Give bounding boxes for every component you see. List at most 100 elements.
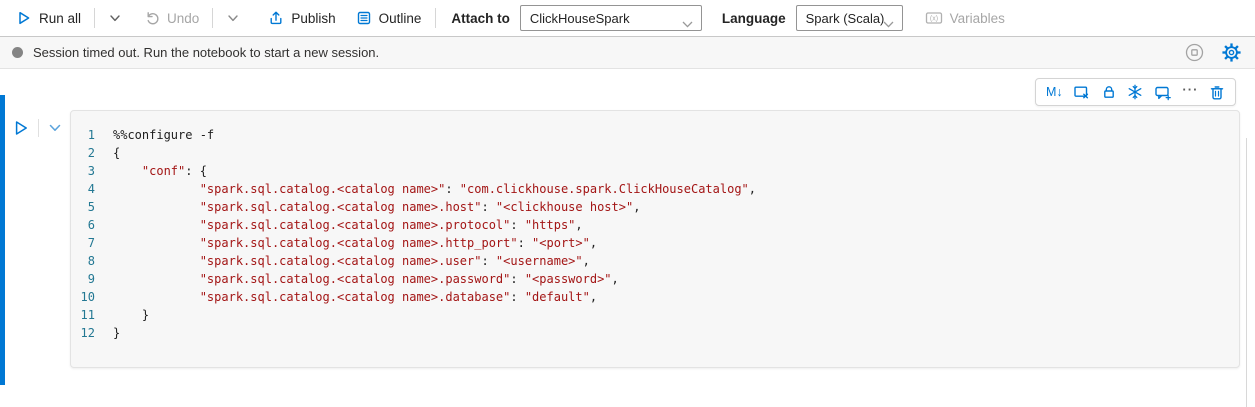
- outline-label: Outline: [379, 11, 422, 26]
- code-text: "conf": {: [113, 162, 207, 180]
- code-line: 4 "spark.sql.catalog.<catalog name>": "c…: [71, 180, 1239, 198]
- toolbar-divider: [94, 8, 95, 28]
- line-number: 3: [71, 162, 113, 180]
- undo-label: Undo: [167, 11, 199, 26]
- line-number: 2: [71, 144, 113, 162]
- cell-toolbar: M↓ ···: [1035, 78, 1236, 106]
- comment-add-icon: [1154, 84, 1172, 101]
- markdown-icon: M↓: [1046, 85, 1063, 99]
- code-text: }: [113, 306, 149, 324]
- stop-circle-icon: [1185, 43, 1204, 62]
- chevron-down-icon: [883, 16, 894, 31]
- divider: [38, 119, 39, 137]
- code-text: }: [113, 324, 120, 342]
- language-value: Spark (Scala): [806, 11, 885, 26]
- clear-cell-icon: [1073, 84, 1090, 101]
- publish-icon: [268, 10, 284, 26]
- variables-label: Variables: [950, 11, 1005, 26]
- code-text: "spark.sql.catalog.<catalog name>.protoc…: [113, 216, 583, 234]
- line-number: 1: [71, 126, 113, 144]
- cell-collapse-chevron[interactable]: [45, 118, 65, 138]
- stop-session-button[interactable]: [1183, 41, 1206, 64]
- session-status-message: Session timed out. Run the notebook to s…: [33, 45, 379, 60]
- line-number: 11: [71, 306, 113, 324]
- toolbar-divider: [435, 8, 436, 28]
- code-line: 3 "conf": {: [71, 162, 1239, 180]
- variables-icon: (x): [925, 10, 943, 26]
- cell-selection-indicator: [0, 95, 5, 385]
- run-all-label: Run all: [39, 11, 81, 26]
- code-line: 12}: [71, 324, 1239, 342]
- code-line: 7 "spark.sql.catalog.<catalog name>.http…: [71, 234, 1239, 252]
- publish-label: Publish: [291, 11, 335, 26]
- outline-button[interactable]: Outline: [350, 6, 428, 30]
- code-line: 2{: [71, 144, 1239, 162]
- code-cell[interactable]: 1%%configure -f2{3 "conf": {4 "spark.sql…: [70, 110, 1240, 368]
- code-line: 1%%configure -f: [71, 126, 1239, 144]
- code-text: "spark.sql.catalog.<catalog name>.host":…: [113, 198, 640, 216]
- code-text: {: [113, 144, 120, 162]
- code-text: %%configure -f: [113, 126, 214, 144]
- clear-cell-output-button[interactable]: [1073, 84, 1090, 101]
- freeze-cell-button[interactable]: [1127, 84, 1143, 100]
- play-icon: [12, 119, 30, 137]
- code-line: 6 "spark.sql.catalog.<catalog name>.prot…: [71, 216, 1239, 234]
- attach-to-label: Attach to: [451, 11, 510, 26]
- convert-to-markdown-button[interactable]: M↓: [1046, 85, 1063, 99]
- line-number: 7: [71, 234, 113, 252]
- code-text: "spark.sql.catalog.<catalog name>": "com…: [113, 180, 756, 198]
- code-text: "spark.sql.catalog.<catalog name>.user":…: [113, 252, 590, 270]
- variables-button[interactable]: (x) Variables: [919, 6, 1011, 30]
- code-text: "spark.sql.catalog.<catalog name>.databa…: [113, 288, 597, 306]
- line-number: 5: [71, 198, 113, 216]
- code-line: 10 "spark.sql.catalog.<catalog name>.dat…: [71, 288, 1239, 306]
- trash-icon: [1209, 84, 1225, 101]
- run-all-menu-chevron[interactable]: [102, 7, 128, 29]
- add-comment-button[interactable]: [1154, 84, 1172, 101]
- code-editor[interactable]: 1%%configure -f2{3 "conf": {4 "spark.sql…: [71, 126, 1239, 342]
- more-actions-button[interactable]: ···: [1182, 83, 1198, 101]
- cell-run-controls: [10, 117, 65, 139]
- publish-button[interactable]: Publish: [262, 6, 341, 30]
- chevron-down-icon: [108, 11, 122, 25]
- delete-cell-button[interactable]: [1209, 84, 1225, 101]
- toolbar-divider: [212, 8, 213, 28]
- code-text: "spark.sql.catalog.<catalog name>.http_p…: [113, 234, 597, 252]
- line-number: 9: [71, 270, 113, 288]
- line-number: 6: [71, 216, 113, 234]
- attach-to-value: ClickHouseSpark: [530, 11, 630, 26]
- session-status-bar: Session timed out. Run the notebook to s…: [0, 36, 1255, 69]
- session-settings-button[interactable]: [1220, 41, 1243, 64]
- line-number: 10: [71, 288, 113, 306]
- undo-menu-chevron[interactable]: [220, 7, 246, 29]
- code-line: 5 "spark.sql.catalog.<catalog name>.host…: [71, 198, 1239, 216]
- language-dropdown[interactable]: Spark (Scala): [796, 5, 903, 31]
- lock-cell-button[interactable]: [1101, 84, 1117, 100]
- run-all-button[interactable]: Run all: [10, 6, 87, 30]
- session-status-icon: [12, 47, 23, 58]
- language-label: Language: [722, 11, 786, 26]
- panel-edge-divider: [1246, 138, 1247, 407]
- play-icon: [16, 10, 32, 26]
- lock-icon: [1101, 84, 1117, 100]
- line-number: 8: [71, 252, 113, 270]
- run-cell-button[interactable]: [10, 117, 32, 139]
- undo-icon: [144, 10, 160, 26]
- notebook-toolbar: Run all Undo Publish Outline Attach to C…: [0, 0, 1255, 36]
- code-line: 9 "spark.sql.catalog.<catalog name>.pass…: [71, 270, 1239, 288]
- code-line: 8 "spark.sql.catalog.<catalog name>.user…: [71, 252, 1239, 270]
- ellipsis-icon: ···: [1182, 83, 1198, 101]
- gear-icon: [1222, 43, 1241, 62]
- code-lines: 1%%configure -f2{3 "conf": {4 "spark.sql…: [71, 126, 1239, 342]
- svg-text:(x): (x): [930, 16, 938, 23]
- undo-button[interactable]: Undo: [138, 6, 205, 30]
- line-number: 12: [71, 324, 113, 342]
- chevron-down-icon: [47, 120, 63, 136]
- attach-to-dropdown[interactable]: ClickHouseSpark: [520, 5, 702, 31]
- line-number: 4: [71, 180, 113, 198]
- outline-icon: [356, 10, 372, 26]
- code-line: 11 }: [71, 306, 1239, 324]
- chevron-down-icon: [226, 11, 240, 25]
- snowflake-icon: [1127, 84, 1143, 100]
- chevron-down-icon: [682, 16, 693, 31]
